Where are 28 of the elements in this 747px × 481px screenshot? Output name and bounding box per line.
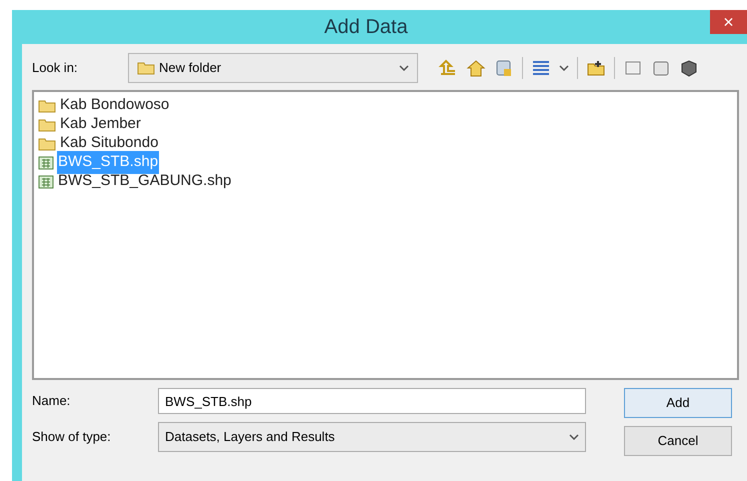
folder-icon [38,118,56,132]
type-dropdown[interactable]: Datasets, Layers and Results [158,422,586,452]
look-in-dropdown[interactable]: New folder [128,53,418,83]
file-item[interactable]: BWS_STB_GABUNG.shp [38,172,733,191]
window-title: Add Data [323,15,409,40]
grid-file-icon [38,174,54,188]
grid-view-icon[interactable] [531,58,551,78]
file-item[interactable]: Kab Bondowoso [38,96,733,115]
grid-file-icon [38,156,54,170]
name-label: Name: [32,392,72,410]
up-arrow-icon[interactable] [438,58,458,78]
caret-icon [399,65,409,71]
dialog-button[interactable]: Add [624,388,732,418]
cube-icon[interactable] [679,58,699,78]
type-label: Show of type: [32,428,112,446]
folder-icon [38,98,56,112]
dialog-button[interactable]: Cancel [624,426,732,456]
file-item[interactable]: Kab Situbondo [38,134,733,153]
home-icon[interactable] [466,58,486,78]
close-button[interactable]: × [710,10,747,34]
new-folder-icon[interactable] [586,58,606,78]
look-in-label: Look in: [32,59,79,78]
folder-icon [38,136,56,150]
folder-icon [137,61,155,75]
caret-icon [569,434,579,440]
file-item[interactable]: Kab Jember [38,115,733,134]
caret-icon [559,65,569,71]
name-field[interactable]: BWS_STB.shp [158,388,586,414]
